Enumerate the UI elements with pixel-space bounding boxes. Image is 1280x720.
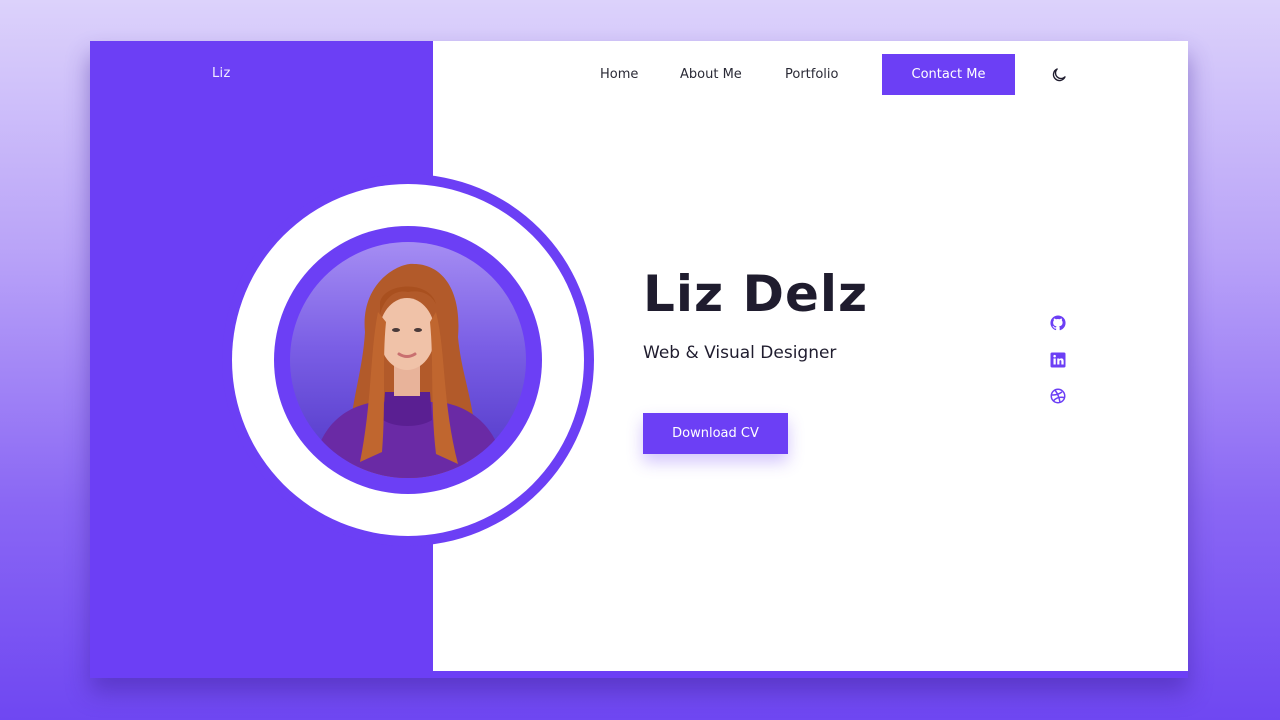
- brand-logo[interactable]: Liz: [212, 66, 231, 81]
- hero-name: Liz Delz: [643, 265, 869, 323]
- theme-toggle-button[interactable]: [1050, 66, 1068, 84]
- portfolio-card: Liz Home About Me Portfolio Contact Me L…: [90, 41, 1188, 678]
- social-linkedin-link[interactable]: [1049, 351, 1067, 369]
- linkedin-icon: [1050, 352, 1066, 368]
- profile-photo: [290, 242, 526, 478]
- contact-me-button[interactable]: Contact Me: [882, 54, 1015, 95]
- profile-ring-white: [232, 184, 584, 536]
- moon-icon: [1052, 68, 1066, 82]
- nav-portfolio[interactable]: Portfolio: [785, 67, 838, 82]
- profile-ring-outer: [222, 174, 594, 546]
- profile-ring-inner: [274, 226, 542, 494]
- social-github-link[interactable]: [1049, 314, 1067, 332]
- dribbble-icon: [1050, 388, 1066, 404]
- portrait-illustration: [312, 263, 505, 478]
- download-cv-button[interactable]: Download CV: [643, 413, 788, 454]
- social-dribbble-link[interactable]: [1049, 387, 1067, 405]
- github-icon: [1050, 315, 1066, 331]
- hero-role: Web & Visual Designer: [643, 343, 837, 363]
- nav-home[interactable]: Home: [600, 67, 638, 82]
- nav-about-me[interactable]: About Me: [680, 67, 742, 82]
